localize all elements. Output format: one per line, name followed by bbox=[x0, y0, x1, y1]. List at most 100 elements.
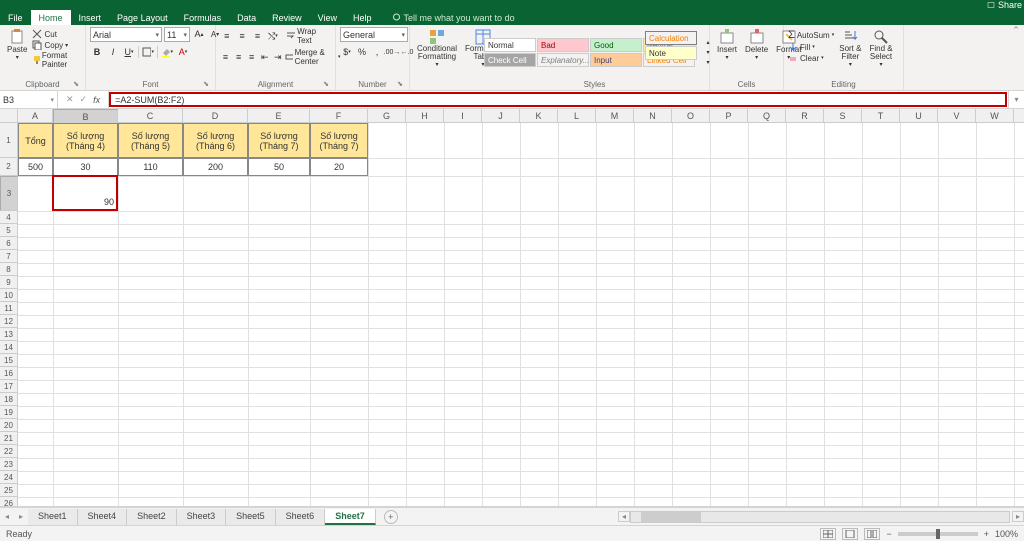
sheet-tab-sheet2[interactable]: Sheet2 bbox=[127, 509, 177, 525]
row-header-2[interactable]: 2 bbox=[0, 158, 18, 176]
style-input[interactable]: Input bbox=[590, 53, 642, 67]
col-header-N[interactable]: N bbox=[634, 109, 672, 122]
decrease-indent-button[interactable]: ⇤ bbox=[259, 50, 270, 64]
row-header-16[interactable]: 16 bbox=[0, 367, 18, 380]
col-header-G[interactable]: G bbox=[368, 109, 406, 122]
hscrollbar[interactable] bbox=[630, 511, 1010, 523]
merge-center-button[interactable]: Merge & Center▾ bbox=[285, 48, 340, 66]
row-header-11[interactable]: 11 bbox=[0, 302, 18, 315]
hscroll-left[interactable]: ◂ bbox=[618, 511, 630, 522]
col-header-I[interactable]: I bbox=[444, 109, 482, 122]
cell-F1[interactable]: Số lượng (Tháng 7) bbox=[310, 123, 368, 158]
style-explanatory[interactable]: Explanatory... bbox=[537, 53, 589, 67]
fill-color-button[interactable]: ▾ bbox=[160, 45, 174, 59]
align-right-button[interactable]: ≡ bbox=[246, 50, 257, 64]
find-select-button[interactable]: Find & Select▾ bbox=[866, 27, 895, 70]
cell-E1[interactable]: Số lượng (Tháng 7) bbox=[248, 123, 310, 158]
page-break-view-button[interactable] bbox=[864, 528, 880, 540]
copy-button[interactable]: Copy▾ bbox=[32, 40, 81, 50]
col-header-E[interactable]: E bbox=[248, 109, 310, 122]
paste-button[interactable]: Paste ▾ bbox=[4, 27, 30, 63]
style-calculation[interactable]: Calculation bbox=[645, 31, 697, 45]
clipboard-dialog-launcher[interactable]: ⬊ bbox=[73, 80, 79, 88]
alignment-dialog-launcher[interactable]: ⬊ bbox=[323, 80, 329, 88]
insert-cells-button[interactable]: Insert▾ bbox=[714, 27, 740, 63]
sheet-tab-sheet6[interactable]: Sheet6 bbox=[276, 509, 326, 525]
style-checkcell[interactable]: Check Cell bbox=[484, 53, 536, 67]
cell-E2[interactable]: 50 bbox=[248, 158, 310, 176]
row-header-14[interactable]: 14 bbox=[0, 341, 18, 354]
accounting-format-button[interactable]: $▾ bbox=[340, 45, 354, 59]
cancel-formula-button[interactable]: ✕ bbox=[66, 94, 74, 105]
font-name-select[interactable]: Arial▾ bbox=[90, 27, 162, 42]
font-dialog-launcher[interactable]: ⬊ bbox=[203, 80, 209, 88]
increase-indent-button[interactable]: ⇥ bbox=[272, 50, 283, 64]
font-color-button[interactable]: A▾ bbox=[176, 45, 190, 59]
formula-input[interactable]: =A2-SUM(B2:F2) bbox=[109, 92, 1007, 107]
number-format-select[interactable]: General▾ bbox=[340, 27, 408, 42]
style-note[interactable]: Note bbox=[645, 46, 697, 60]
underline-button[interactable]: U▾ bbox=[122, 45, 136, 59]
format-painter-button[interactable]: Format Painter bbox=[32, 51, 81, 69]
col-header-S[interactable]: S bbox=[824, 109, 862, 122]
orientation-button[interactable]: ⤭▾ bbox=[266, 29, 279, 43]
row-header-25[interactable]: 25 bbox=[0, 484, 18, 497]
increase-font-button[interactable]: A▴ bbox=[192, 27, 206, 41]
tab-home[interactable]: Home bbox=[31, 10, 71, 25]
fill-button[interactable]: Fill▾ bbox=[788, 42, 834, 52]
row-header-7[interactable]: 7 bbox=[0, 250, 18, 263]
col-header-L[interactable]: L bbox=[558, 109, 596, 122]
col-header-O[interactable]: O bbox=[672, 109, 710, 122]
tab-pagelayout[interactable]: Page Layout bbox=[109, 10, 176, 25]
tell-me[interactable]: Tell me what you want to do bbox=[384, 10, 523, 25]
sheet-nav-prev[interactable]: ▸ bbox=[14, 512, 28, 521]
collapse-ribbon-button[interactable]: ⌃ bbox=[1008, 25, 1024, 90]
row-header-23[interactable]: 23 bbox=[0, 458, 18, 471]
sheet-tab-sheet1[interactable]: Sheet1 bbox=[28, 509, 78, 525]
row-header-21[interactable]: 21 bbox=[0, 432, 18, 445]
bold-button[interactable]: B bbox=[90, 45, 104, 59]
zoom-out-button[interactable]: − bbox=[886, 529, 891, 539]
align-center-button[interactable]: ≡ bbox=[233, 50, 244, 64]
row-header-22[interactable]: 22 bbox=[0, 445, 18, 458]
col-header-Q[interactable]: Q bbox=[748, 109, 786, 122]
tab-review[interactable]: Review bbox=[264, 10, 310, 25]
enter-formula-button[interactable]: ✓ bbox=[80, 94, 88, 105]
delete-cells-button[interactable]: Delete▾ bbox=[742, 27, 771, 63]
align-top-button[interactable]: ≡ bbox=[220, 29, 233, 43]
cell-D2[interactable]: 200 bbox=[183, 158, 248, 176]
col-header-K[interactable]: K bbox=[520, 109, 558, 122]
align-bottom-button[interactable]: ≡ bbox=[251, 29, 264, 43]
col-header-V[interactable]: V bbox=[938, 109, 976, 122]
col-header-A[interactable]: A bbox=[18, 109, 53, 122]
conditional-formatting-button[interactable]: Conditional Formatting▾ bbox=[414, 27, 460, 70]
style-bad[interactable]: Bad bbox=[537, 38, 589, 52]
name-box[interactable]: B3▾ bbox=[0, 91, 58, 108]
row-header-12[interactable]: 12 bbox=[0, 315, 18, 328]
tab-view[interactable]: View bbox=[310, 10, 345, 25]
zoom-thumb[interactable] bbox=[936, 529, 940, 539]
row-header-15[interactable]: 15 bbox=[0, 354, 18, 367]
tab-insert[interactable]: Insert bbox=[71, 10, 110, 25]
cell-B2[interactable]: 30 bbox=[53, 158, 118, 176]
col-header-J[interactable]: J bbox=[482, 109, 520, 122]
cell-A1[interactable]: Tổng bbox=[18, 123, 53, 158]
col-header-M[interactable]: M bbox=[596, 109, 634, 122]
tab-file[interactable]: File bbox=[0, 10, 31, 25]
spreadsheet-grid[interactable]: ABCDEFGHIJKLMNOPQRSTUVW 1234567891011121… bbox=[0, 109, 1024, 507]
tab-formulas[interactable]: Formulas bbox=[176, 10, 230, 25]
col-header-C[interactable]: C bbox=[118, 109, 183, 122]
col-header-R[interactable]: R bbox=[786, 109, 824, 122]
col-header-T[interactable]: T bbox=[862, 109, 900, 122]
share-button[interactable]: Share bbox=[987, 0, 1022, 10]
clear-button[interactable]: Clear▾ bbox=[788, 53, 834, 63]
normal-view-button[interactable] bbox=[820, 528, 836, 540]
cell-D1[interactable]: Số lượng (Tháng 6) bbox=[183, 123, 248, 158]
row-header-13[interactable]: 13 bbox=[0, 328, 18, 341]
row-header-8[interactable]: 8 bbox=[0, 263, 18, 276]
row-header-10[interactable]: 10 bbox=[0, 289, 18, 302]
cell-F2[interactable]: 20 bbox=[310, 158, 368, 176]
sheet-nav-first[interactable]: ◂ bbox=[0, 512, 14, 521]
zoom-in-button[interactable]: + bbox=[984, 529, 989, 539]
style-normal[interactable]: Normal bbox=[484, 38, 536, 52]
